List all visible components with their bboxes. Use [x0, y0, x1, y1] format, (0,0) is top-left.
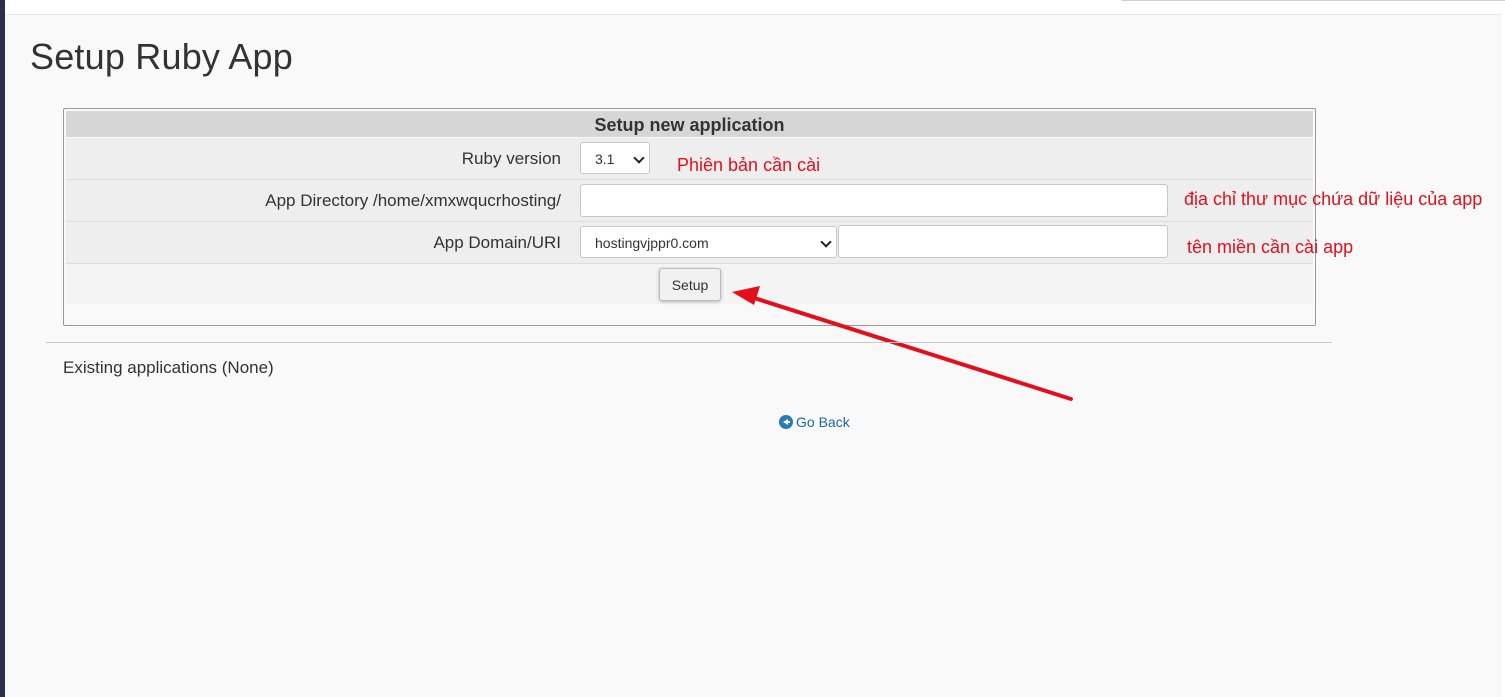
go-back-link[interactable]: Go Back	[779, 414, 850, 430]
annotation-arrow	[732, 286, 1073, 401]
arrow-head	[732, 286, 760, 305]
arrow-line	[746, 294, 1073, 401]
existing-applications: Existing applications (None)	[63, 358, 274, 377]
go-back-label: Go Back	[796, 414, 850, 430]
circle-arrow-left-icon	[779, 415, 793, 429]
divider	[46, 342, 1332, 343]
